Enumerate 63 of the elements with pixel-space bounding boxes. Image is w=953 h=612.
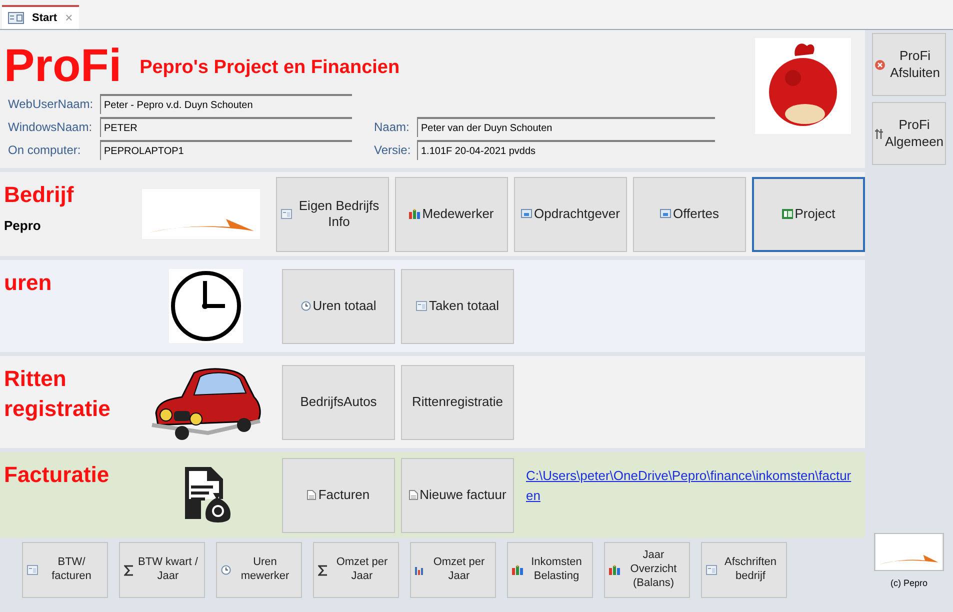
text-field[interactable]: PEPROLAPTOP1 (100, 140, 352, 160)
section-title: Ritten registratie (4, 365, 112, 423)
document-icon (307, 490, 316, 500)
project-icon (782, 209, 793, 219)
side-button[interactable]: ProFi Algemeen (872, 102, 946, 165)
tab-label: Start (32, 10, 58, 26)
folder-link[interactable]: C:\Users\peter\OneDrive\Pepro\finance\inkomsten\facturen (526, 466, 856, 506)
company-name: Pepro (4, 217, 42, 235)
form-icon (281, 209, 292, 219)
menu-button[interactable]: Omzet per Jaar (410, 542, 496, 598)
tools-icon (875, 128, 883, 138)
form-icon (27, 565, 38, 575)
menu-button[interactable]: Opdrachtgever (514, 176, 627, 252)
logo (874, 532, 944, 570)
people-icon (409, 209, 420, 219)
text-field[interactable]: 1.101F 20-04-2021 pvdds (417, 140, 715, 160)
text-field[interactable]: Peter - Pepro v.d. Duyn Schouten (100, 94, 352, 114)
form-icon (706, 565, 717, 575)
menu-button[interactable]: Nieuwe factuur (401, 458, 514, 532)
document-icon (408, 490, 418, 500)
menu-button[interactable]: Uren totaal (282, 268, 395, 344)
field-label: WebUserNaam: (7, 96, 94, 113)
app-title: ProFi (4, 42, 122, 88)
app-subtitle: Pepro's Project en Financien (140, 56, 400, 80)
side-button[interactable]: ProFi Afsluiten (872, 33, 946, 96)
field-label: Versie: (374, 142, 412, 159)
form-icon (416, 301, 427, 311)
menu-button[interactable]: BTW/ facturen (22, 542, 108, 598)
section-title: Facturatie (4, 461, 110, 489)
menu-button[interactable]: BedrijfsAutos (282, 364, 395, 440)
field-label: On computer: (7, 142, 82, 159)
form-icon (8, 12, 24, 24)
menu-button[interactable]: Inkomsten Belasting (507, 542, 593, 598)
field-label: WindowsNaam: (7, 119, 94, 136)
sigma-icon (318, 564, 328, 576)
close-icon (875, 60, 885, 70)
menu-button[interactable]: Taken totaal (401, 268, 514, 344)
clock-icon (300, 301, 311, 311)
sigma-icon (124, 564, 134, 576)
menu-button[interactable]: Rittenregistratie (401, 364, 514, 440)
menu-button[interactable]: Medewerker (395, 176, 508, 252)
menu-button[interactable]: Uren mewerker (216, 542, 302, 598)
field-label: Naam: (374, 119, 410, 136)
section-title: Bedrijf (4, 181, 75, 209)
menu-button[interactable]: BTW kwart / Jaar (119, 542, 205, 598)
menu-button[interactable]: Afschriften bedrijf (701, 542, 787, 598)
text-field[interactable]: Peter van der Duyn Schouten (417, 117, 715, 137)
menu-button[interactable]: Project (752, 176, 865, 252)
copyright-text: (c) Pepro (890, 576, 928, 590)
menu-button[interactable]: Offertes (633, 176, 746, 252)
screen-icon (660, 209, 671, 219)
screen-icon (521, 209, 532, 219)
start-tab[interactable]: Start × (2, 5, 79, 29)
clock-icon (221, 565, 231, 575)
section-title: uren (4, 269, 53, 297)
menu-button[interactable]: Omzet per Jaar (313, 542, 399, 598)
bar-chart-icon (415, 565, 425, 575)
text-field[interactable]: PETER (100, 117, 352, 137)
menu-button[interactable]: Eigen Bedrijfs Info (276, 176, 389, 252)
menu-button[interactable]: Jaar Overzicht (Balans) (604, 542, 690, 598)
people-icon (512, 565, 523, 575)
menu-button[interactable]: Facturen (282, 458, 395, 532)
people-icon (609, 565, 620, 575)
